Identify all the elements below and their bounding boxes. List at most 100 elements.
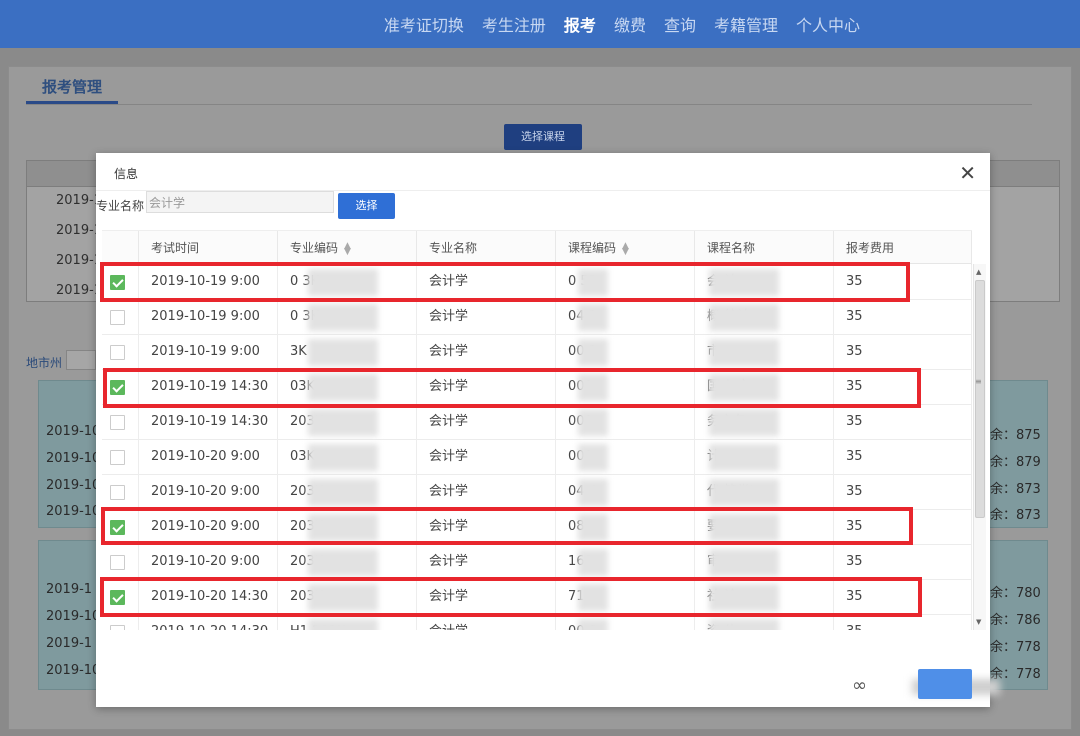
table-row[interactable]: 2019-10-20 9:00203K会计学160审35 — [102, 545, 972, 580]
region-select[interactable] — [66, 350, 96, 370]
cell-course-code: 04 3 — [556, 300, 695, 335]
cell-course-code: 001 — [556, 405, 695, 440]
cell-course-code: 00 3 — [556, 335, 695, 370]
cell-major-name: 会计学 — [417, 475, 556, 510]
privacy-blur — [308, 304, 378, 331]
privacy-blur — [308, 444, 378, 471]
table-row[interactable]: 2019-10-19 14:30203K会计学001 务实务35 — [102, 405, 972, 440]
card-date: 2019-10 — [46, 609, 101, 624]
enrolled-row-date: 2019-1 — [56, 223, 96, 238]
close-icon[interactable]: ✕ — [959, 161, 976, 185]
privacy-blur — [308, 584, 378, 611]
select-major-button[interactable]: 选择 — [338, 193, 395, 219]
privacy-blur — [308, 549, 378, 576]
table-scrollbar[interactable]: ▲ ≡ ▼ — [973, 264, 986, 630]
tab-enroll-management[interactable]: 报考管理 — [26, 72, 118, 104]
row-checkbox[interactable] — [110, 590, 125, 605]
scroll-grip-icon: ≡ — [975, 377, 982, 386]
scroll-up-icon[interactable]: ▲ — [976, 268, 981, 276]
cell-major-name: 会计学 — [417, 370, 556, 405]
cell-checkbox — [102, 475, 139, 510]
row-checkbox[interactable] — [110, 345, 125, 360]
row-checkbox[interactable] — [110, 380, 125, 395]
privacy-blur — [578, 444, 608, 471]
course-table: 考试时间 专业编码 ▲ ▼ 专业名称 课程编码 ▲ ▼ 课程名称 报考费用 2019-1… — [102, 230, 972, 630]
confirm-button[interactable] — [918, 669, 972, 699]
cell-exam-time: 2019-10-20 9:00 — [139, 545, 278, 580]
row-checkbox[interactable] — [110, 415, 125, 430]
cell-fee: 35 — [834, 300, 972, 335]
privacy-blur — [578, 269, 608, 296]
privacy-blur — [709, 479, 779, 506]
row-checkbox[interactable] — [110, 555, 125, 570]
privacy-blur — [308, 479, 378, 506]
table-row[interactable]: 2019-10-20 9:00203K会计学04 4 代 管类)35 — [102, 475, 972, 510]
cell-checkbox — [102, 580, 139, 615]
privacy-blur — [578, 479, 608, 506]
major-input[interactable] — [146, 191, 334, 213]
card-remaining: 余：879 — [990, 455, 1041, 470]
row-checkbox[interactable] — [110, 520, 125, 535]
header-major-code[interactable]: 专业编码 ▲ ▼ — [278, 231, 417, 265]
cell-checkbox — [102, 510, 139, 545]
cell-exam-time: 2019-10-20 9:00 — [139, 475, 278, 510]
cell-exam-time: 2019-10-19 9:00 — [139, 300, 278, 335]
sort-icon[interactable]: ▲ ▼ — [344, 241, 351, 256]
table-row[interactable]: 2019-10-19 9:000 3K会计学0 52会 计35 — [102, 265, 972, 300]
nav-item-register[interactable]: 考生注册 — [482, 12, 546, 36]
card-date: 2019-10 — [46, 504, 101, 519]
header-course-name: 课程名称 — [695, 231, 834, 265]
nav-item-query[interactable]: 查询 — [664, 12, 696, 36]
privacy-blur — [578, 549, 608, 576]
cell-checkbox — [102, 265, 139, 300]
top-nav-bar: 准考证切换 考生注册 报考 缴费 查询 考籍管理 个人中心 — [0, 0, 1080, 48]
privacy-blur — [578, 619, 608, 630]
scroll-thumb[interactable] — [975, 280, 985, 518]
scroll-down-icon[interactable]: ▼ — [976, 618, 981, 626]
cell-major-name: 会计学 — [417, 510, 556, 545]
nav-item-payment[interactable]: 缴费 — [614, 12, 646, 36]
row-checkbox[interactable] — [110, 625, 125, 630]
card-remaining: 余：778 — [990, 640, 1041, 655]
select-course-button[interactable]: 选择课程 — [504, 124, 582, 150]
privacy-blur — [578, 304, 608, 331]
table-row[interactable]: 2019-10-19 9:000 3K会计学04 3概 统计...35 — [102, 300, 972, 335]
row-checkbox[interactable] — [110, 310, 125, 325]
cell-checkbox — [102, 545, 139, 580]
table-row[interactable]: 2019-10-19 9:003K会计学00 3市35 — [102, 335, 972, 370]
row-checkbox[interactable] — [110, 450, 125, 465]
table-row[interactable]: 2019-10-20 9:0003K会计学001 计35 — [102, 440, 972, 475]
cell-course-code: 160 — [556, 545, 695, 580]
nav-item-enroll[interactable]: 报考 — [564, 12, 596, 36]
cell-course-code: 001 — [556, 370, 695, 405]
cell-checkbox — [102, 335, 139, 370]
header-course-code[interactable]: 课程编码 ▲ ▼ — [556, 231, 695, 265]
header-major-name: 专业名称 — [417, 231, 556, 265]
cell-fee: 35 — [834, 475, 972, 510]
table-row[interactable]: 2019-10-19 14:3003K会计学001国 与实...35 — [102, 370, 972, 405]
card-remaining: 余：873 — [990, 482, 1041, 497]
privacy-blur — [308, 619, 378, 630]
sort-icon[interactable]: ▲ ▼ — [622, 241, 629, 256]
enrolled-row-date: 2019-1 — [56, 253, 96, 268]
nav-item-records[interactable]: 考籍管理 — [714, 12, 778, 36]
header-checkbox-col — [102, 231, 139, 265]
privacy-blur — [709, 409, 779, 436]
cell-fee: 35 — [834, 615, 972, 630]
cell-major-name: 会计学 — [417, 405, 556, 440]
cell-fee: 35 — [834, 510, 972, 545]
cell-major-name: 会计学 — [417, 440, 556, 475]
nav-item-admission-switch[interactable]: 准考证切换 — [384, 12, 464, 36]
nav-item-personal-center[interactable]: 个人中心 — [796, 12, 860, 36]
enrolled-row-date: 2019-1 — [56, 283, 96, 298]
table-row[interactable]: 2019-10-20 14:30203K会计学 71社 论35 — [102, 580, 972, 615]
cell-fee: 35 — [834, 370, 972, 405]
row-checkbox[interactable] — [110, 485, 125, 500]
table-row[interactable]: 2019-10-20 14:30H1 203K会计学00 8资 传35 — [102, 615, 972, 630]
row-checkbox[interactable] — [110, 275, 125, 290]
table-row[interactable]: 2019-10-20 9:00203K会计学 08 要35 — [102, 510, 972, 545]
wechat-icon: ∞ — [852, 675, 867, 696]
card-date: 2019-10 — [46, 663, 101, 678]
cell-fee: 35 — [834, 580, 972, 615]
privacy-blur — [709, 619, 779, 630]
